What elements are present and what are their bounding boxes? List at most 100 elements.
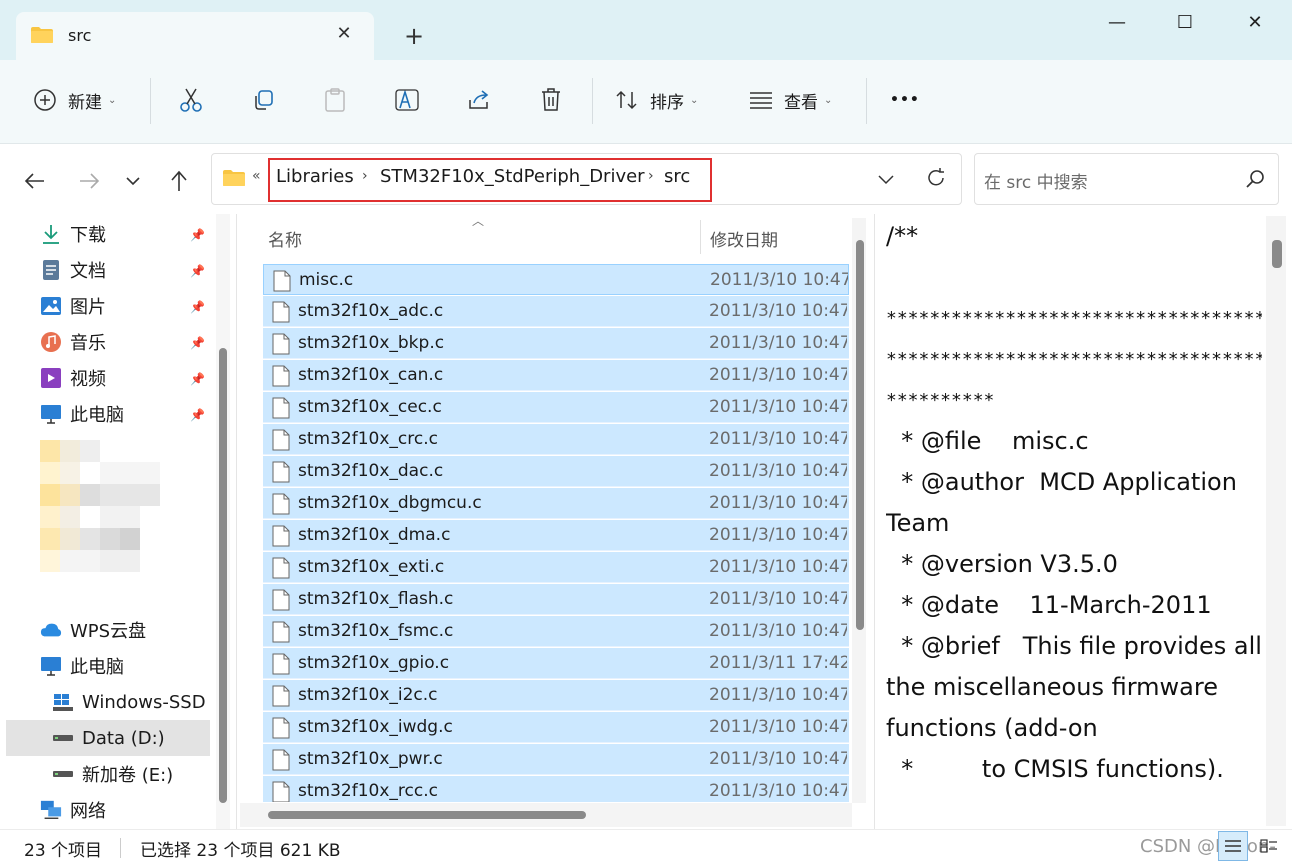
- status-divider: [120, 838, 121, 858]
- copy-button[interactable]: [250, 80, 276, 120]
- file-date: 2011/3/10 10:47: [709, 493, 847, 513]
- file-date: 2011/3/10 10:47: [709, 333, 847, 353]
- view-button[interactable]: 查看 ⌄: [748, 80, 832, 120]
- c-file-icon: [272, 749, 290, 771]
- table-row[interactable]: stm32f10x_iwdg.c 2011/3/10 10:47: [263, 712, 849, 743]
- file-date: 2011/3/10 10:47: [709, 749, 847, 769]
- maximize-button[interactable]: ☐: [1162, 8, 1208, 40]
- tiles-view-button[interactable]: [1254, 831, 1284, 861]
- sidebar-scrollbar-thumb[interactable]: [219, 348, 227, 803]
- table-row[interactable]: stm32f10x_crc.c 2011/3/10 10:47: [263, 424, 849, 455]
- table-row[interactable]: stm32f10x_adc.c 2011/3/10 10:47: [263, 296, 849, 327]
- rename-button[interactable]: [394, 80, 420, 120]
- table-row[interactable]: stm32f10x_dac.c 2011/3/10 10:47: [263, 456, 849, 487]
- refresh-button[interactable]: [922, 164, 950, 192]
- chevron-down-icon: ⌄: [824, 94, 833, 106]
- breadcrumb-src[interactable]: src: [664, 166, 690, 187]
- table-row[interactable]: stm32f10x_flash.c 2011/3/10 10:47: [263, 584, 849, 615]
- file-date: 2011/3/11 17:42: [709, 653, 847, 673]
- delete-icon: [538, 87, 564, 113]
- more-button[interactable]: •••: [890, 80, 920, 120]
- recent-locations-button[interactable]: [118, 166, 148, 196]
- blurred-region: [40, 440, 160, 574]
- new-tab-button[interactable]: +: [400, 22, 428, 50]
- preview-scrollbar[interactable]: [1266, 216, 1286, 826]
- file-date: 2011/3/10 10:47: [709, 397, 847, 417]
- new-button[interactable]: 新建 ⌄: [32, 80, 116, 120]
- c-file-icon: [272, 781, 290, 802]
- column-header-name[interactable]: 名称: [268, 226, 302, 251]
- sidebar-item-label: Windows-SSD (C:): [82, 691, 212, 713]
- close-window-button[interactable]: ✕: [1232, 8, 1278, 40]
- sidebar-item-label: 图片: [70, 297, 106, 318]
- table-row[interactable]: stm32f10x_bkp.c 2011/3/10 10:47: [263, 328, 849, 359]
- sidebar-item-drive-d[interactable]: Data (D:): [6, 720, 210, 756]
- table-row[interactable]: stm32f10x_rcc.c 2011/3/10 10:47: [263, 776, 849, 802]
- preview-line: * to CMSIS functions).: [886, 755, 1224, 783]
- table-row[interactable]: stm32f10x_i2c.c 2011/3/10 10:47: [263, 680, 849, 711]
- c-file-icon: [272, 717, 290, 739]
- table-row[interactable]: misc.c 2011/3/10 10:47: [263, 264, 849, 295]
- breadcrumb-driver[interactable]: STM32F10x_StdPeriph_Driver: [380, 166, 645, 187]
- preview-line: functions (add-on: [886, 714, 1098, 742]
- documents-icon: [40, 259, 62, 281]
- file-name: stm32f10x_rcc.c: [298, 781, 438, 801]
- breadcrumb-overflow[interactable]: «: [252, 168, 261, 184]
- forward-button[interactable]: [74, 166, 104, 196]
- paste-button[interactable]: [322, 80, 348, 120]
- chevron-right-icon[interactable]: ›: [362, 168, 368, 184]
- address-history-button[interactable]: [872, 165, 900, 193]
- title-bar: src ✕ + — ☐ ✕: [0, 0, 1292, 60]
- file-date: 2011/3/10 10:47: [709, 365, 847, 385]
- c-file-icon: [272, 685, 290, 707]
- sidebar-item-drive-e[interactable]: 新加卷 (E:): [52, 758, 212, 790]
- file-list-hscrollbar-thumb[interactable]: [268, 811, 586, 819]
- c-file-icon: [272, 397, 290, 419]
- cut-icon: [178, 87, 204, 113]
- table-row[interactable]: stm32f10x_can.c 2011/3/10 10:47: [263, 360, 849, 391]
- preview-scrollbar-thumb[interactable]: [1272, 240, 1282, 268]
- preview-line: ************************************: [886, 349, 1262, 370]
- c-file-icon: [272, 493, 290, 515]
- back-button[interactable]: [20, 166, 50, 196]
- item-count: 23 个项目: [24, 841, 103, 861]
- sidebar-item-label: 此电脑: [70, 657, 124, 678]
- breadcrumb-libraries[interactable]: Libraries: [276, 166, 354, 187]
- sort-button[interactable]: 排序 ⌄: [614, 80, 698, 120]
- tab-src[interactable]: src ✕: [16, 12, 374, 60]
- delete-button[interactable]: [538, 80, 564, 120]
- table-row[interactable]: stm32f10x_dma.c 2011/3/10 10:47: [263, 520, 849, 551]
- sidebar-item-drive-c[interactable]: Windows-SSD (C:): [52, 686, 212, 718]
- up-button[interactable]: [164, 166, 194, 196]
- column-divider[interactable]: [700, 220, 701, 254]
- minimize-button[interactable]: —: [1094, 8, 1140, 40]
- search-input[interactable]: 在 src 中搜索: [984, 168, 1088, 193]
- preview-divider[interactable]: [874, 214, 875, 829]
- close-icon[interactable]: ✕: [332, 22, 356, 46]
- file-name: misc.c: [299, 270, 354, 290]
- details-view-button[interactable]: [1218, 831, 1248, 861]
- table-row[interactable]: stm32f10x_cec.c 2011/3/10 10:47: [263, 392, 849, 423]
- copy-icon: [250, 87, 276, 113]
- table-row[interactable]: stm32f10x_dbgmcu.c 2011/3/10 10:47: [263, 488, 849, 519]
- table-row[interactable]: stm32f10x_fsmc.c 2011/3/10 10:47: [263, 616, 849, 647]
- search-icon[interactable]: [1244, 168, 1266, 190]
- file-date: 2011/3/10 10:47: [710, 270, 848, 290]
- column-header-date[interactable]: 修改日期: [710, 226, 778, 251]
- command-bar: 新建 ⌄ 排序 ⌄ 查看 ⌄ •••: [0, 60, 1292, 144]
- chevron-right-icon[interactable]: ›: [648, 168, 654, 184]
- file-date: 2011/3/10 10:47: [709, 685, 847, 705]
- table-row[interactable]: stm32f10x_pwr.c 2011/3/10 10:47: [263, 744, 849, 775]
- file-list-scrollbar-thumb[interactable]: [856, 240, 864, 630]
- pin-icon: 📌: [190, 264, 205, 278]
- share-button[interactable]: [466, 80, 492, 120]
- table-row[interactable]: stm32f10x_gpio.c 2011/3/11 17:42: [263, 648, 849, 679]
- cut-button[interactable]: [178, 80, 204, 120]
- file-name: stm32f10x_iwdg.c: [298, 717, 453, 737]
- sidebar-item-label: 新加卷 (E:): [82, 765, 174, 786]
- tiles-view-icon: [1260, 839, 1277, 853]
- preview-line: * @author MCD Application: [886, 468, 1237, 496]
- file-name: stm32f10x_fsmc.c: [298, 621, 454, 641]
- table-row[interactable]: stm32f10x_exti.c 2011/3/10 10:47: [263, 552, 849, 583]
- c-file-icon: [272, 429, 290, 451]
